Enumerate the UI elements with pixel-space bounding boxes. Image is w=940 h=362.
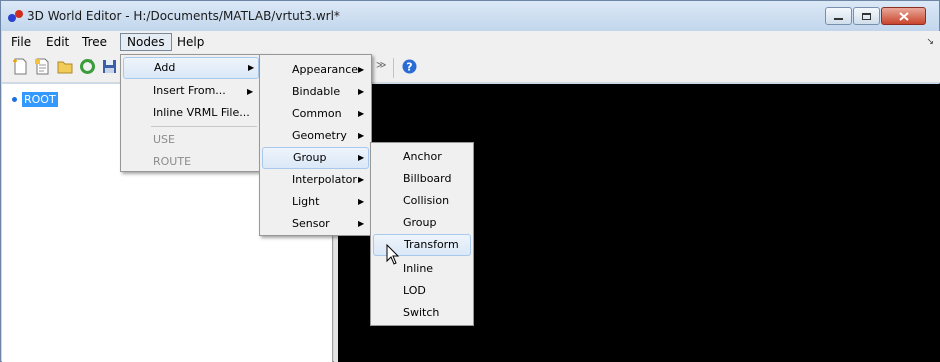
menu-item-group-node[interactable]: Group	[373, 212, 471, 234]
menu-item-group[interactable]: Group ▶	[262, 147, 369, 169]
menu-item-label: Transform	[404, 238, 459, 251]
title-bar[interactable]: 3D World Editor - H:/Documents/MATLAB/vr…	[1, 1, 939, 31]
menu-item-label: Switch	[403, 306, 440, 319]
menu-item-label: Insert From...	[153, 84, 226, 97]
dock-arrow-icon[interactable]: ↘	[926, 37, 934, 47]
menu-bar: File Edit Tree Nodes Help ↘	[2, 31, 940, 53]
menu-item-insert-from[interactable]: Insert From... ▶	[123, 80, 259, 102]
menu-item-label: Group	[293, 151, 327, 164]
menu-item-label: Appearance	[292, 63, 359, 76]
submenu-arrow-icon: ▶	[358, 197, 365, 206]
menu-item-label: Sensor	[292, 217, 330, 230]
menu-item-appearance[interactable]: Appearance ▶	[262, 59, 369, 81]
application-window: 3D World Editor - H:/Documents/MATLAB/vr…	[0, 0, 940, 362]
menu-item-add[interactable]: Add ▶	[123, 57, 259, 79]
menu-help[interactable]: Help	[171, 33, 210, 51]
menu-tree[interactable]: Tree	[76, 33, 113, 51]
minimize-icon	[834, 17, 843, 20]
menu-item-route[interactable]: ROUTE	[123, 151, 259, 173]
help-icon[interactable]: ?	[401, 58, 418, 75]
submenu-arrow-icon: ▶	[247, 87, 254, 96]
menu-item-label: ROUTE	[153, 155, 192, 168]
menu-item-label: Inline	[403, 262, 434, 275]
new-file-icon[interactable]	[12, 58, 29, 75]
menu-item-light[interactable]: Light ▶	[262, 191, 369, 213]
new-from-template-icon[interactable]	[34, 58, 51, 75]
toolbar-separator	[393, 58, 394, 78]
menu-item-switch[interactable]: Switch	[373, 302, 471, 324]
minimize-button[interactable]	[825, 7, 852, 25]
menu-item-use[interactable]: USE	[123, 129, 259, 151]
menu-item-label: Inline VRML File...	[153, 106, 250, 119]
close-icon	[898, 11, 909, 21]
menu-item-lod[interactable]: LOD	[373, 280, 471, 302]
menu-item-label: Collision	[403, 194, 450, 207]
menu-item-label: LOD	[403, 284, 426, 297]
menu-item-billboard[interactable]: Billboard	[373, 168, 471, 190]
save-icon[interactable]	[101, 58, 118, 75]
submenu-arrow-icon: ▶	[358, 109, 365, 118]
add-submenu: Appearance ▶ Bindable ▶ Common ▶ Geometr…	[259, 54, 372, 236]
menu-item-common[interactable]: Common ▶	[262, 103, 369, 125]
node-bullet-icon	[12, 97, 17, 102]
menu-separator	[151, 126, 257, 127]
menu-item-label: Add	[154, 61, 176, 74]
menu-item-label: Bindable	[292, 85, 341, 98]
menu-item-label: Light	[292, 195, 320, 208]
menu-item-bindable[interactable]: Bindable ▶	[262, 81, 369, 103]
svg-text:?: ?	[406, 61, 412, 74]
menu-nodes[interactable]: Nodes	[120, 33, 172, 51]
menu-file[interactable]: File	[5, 33, 37, 51]
tree-node-label: ROOT	[22, 92, 58, 107]
menu-item-label: Billboard	[403, 172, 452, 185]
menu-item-geometry[interactable]: Geometry ▶	[262, 125, 369, 147]
menu-item-collision[interactable]: Collision	[373, 190, 471, 212]
more-icon[interactable]: ≫	[376, 60, 393, 77]
app-icon	[8, 10, 23, 22]
menu-item-label: Common	[292, 107, 342, 120]
submenu-arrow-icon: ▶	[358, 131, 365, 140]
submenu-arrow-icon: ▶	[358, 87, 365, 96]
tree-node-root[interactable]: ROOT	[12, 92, 58, 107]
submenu-arrow-icon: ▶	[358, 219, 365, 228]
mouse-cursor-icon	[386, 244, 400, 265]
menu-item-label: Interpolator	[292, 173, 357, 186]
menu-item-inline-vrml-file[interactable]: Inline VRML File...	[123, 102, 259, 124]
open-folder-icon[interactable]	[57, 58, 74, 75]
window-title: 3D World Editor - H:/Documents/MATLAB/vr…	[27, 9, 340, 23]
maximize-icon	[862, 12, 871, 20]
menu-edit[interactable]: Edit	[40, 33, 75, 51]
menu-item-label: Geometry	[292, 129, 347, 142]
menu-item-label: USE	[153, 133, 175, 146]
submenu-arrow-icon: ▶	[248, 63, 255, 72]
reload-icon[interactable]	[79, 58, 96, 75]
menu-item-label: Group	[403, 216, 437, 229]
submenu-arrow-icon: ▶	[358, 153, 365, 162]
close-button[interactable]	[881, 7, 926, 25]
menu-item-sensor[interactable]: Sensor ▶	[262, 213, 369, 235]
maximize-button[interactable]	[853, 7, 880, 25]
group-submenu: Anchor Billboard Collision Group Transfo…	[370, 142, 474, 326]
menu-item-label: Anchor	[403, 150, 442, 163]
menu-item-interpolator[interactable]: Interpolator ▶	[262, 169, 369, 191]
submenu-arrow-icon: ▶	[358, 65, 365, 74]
menu-item-anchor[interactable]: Anchor	[373, 146, 471, 168]
submenu-arrow-icon: ▶	[358, 175, 365, 184]
nodes-menu: Add ▶ Insert From... ▶ Inline VRML File.…	[120, 54, 262, 172]
